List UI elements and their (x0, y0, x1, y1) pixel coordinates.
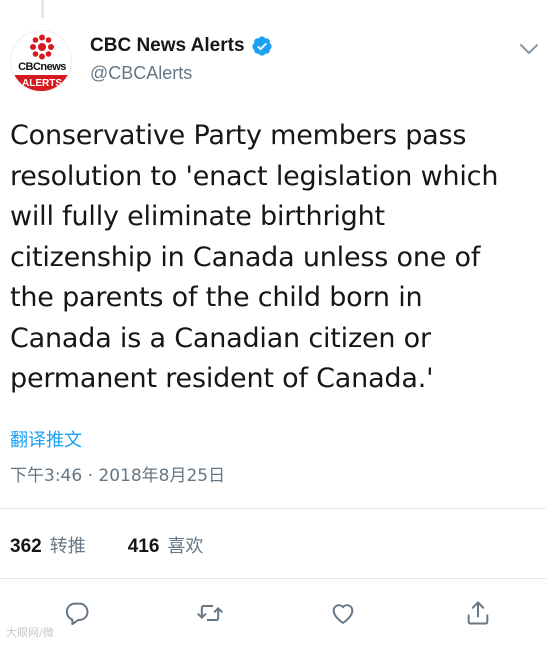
likes-label: 喜欢 (167, 536, 204, 557)
cbc-gem-icon (30, 34, 54, 60)
chevron-down-icon[interactable] (518, 38, 540, 60)
avatar-alerts-badge: ALERTS (11, 75, 71, 91)
avatar-cbc-text: CBCnews (18, 61, 66, 73)
tweet-text-line: citizenship in Canada unless one of (10, 241, 481, 273)
retweet-icon (197, 605, 223, 621)
tweet-actions (0, 596, 556, 630)
tweet-stats: 362 转推 416 喜欢 (10, 532, 245, 558)
like-button[interactable] (326, 596, 360, 630)
likes-stat[interactable]: 416 喜欢 (128, 532, 204, 558)
translate-tweet-link[interactable]: 翻译推文 (10, 426, 82, 452)
account-handle[interactable]: @CBCAlerts (90, 63, 273, 84)
tweet-text-line: resolution to 'enact legislation which (10, 160, 499, 192)
tweet-text-line: will fully eliminate birthright (10, 201, 385, 232)
tweet-text: Conservative Party members pass resoluti… (10, 116, 540, 400)
reply-button[interactable] (60, 596, 94, 630)
reply-icon (65, 602, 89, 626)
divider (0, 508, 546, 509)
share-icon (467, 601, 489, 625)
tweet-text-line: permanent resident of Canada.' (10, 363, 434, 394)
retweets-count: 362 (10, 536, 42, 557)
verified-badge-icon (251, 36, 272, 56)
like-icon (332, 604, 354, 624)
tweet-text-line: the parents of the child born in (10, 282, 423, 313)
tweet-text-line: Canada is a Canadian citizen or (10, 322, 431, 354)
likes-count: 416 (127, 536, 160, 557)
retweets-label: 转推 (49, 536, 86, 557)
watermark: 大眼网/微 (6, 626, 54, 639)
share-button[interactable] (461, 596, 495, 630)
tweet-text-line: Conservative Party members pass (10, 120, 467, 151)
tweet-timestamp[interactable]: 下午3:46 · 2018年8月25日 (10, 461, 225, 486)
account-names: CBC News Alerts @CBCAlerts (90, 33, 273, 84)
display-name[interactable]: CBC News Alerts (90, 33, 273, 59)
retweet-button[interactable] (193, 596, 227, 630)
display-name-text[interactable]: CBC News Alerts (90, 35, 245, 57)
tweet-header: CBCnews ALERTS CBC News Alerts @CBCAlert… (10, 30, 546, 92)
retweets-stat[interactable]: 362 转推 (10, 532, 86, 558)
divider (0, 578, 546, 579)
thread-connector-line (41, 0, 44, 18)
avatar[interactable]: CBCnews ALERTS (10, 30, 72, 92)
